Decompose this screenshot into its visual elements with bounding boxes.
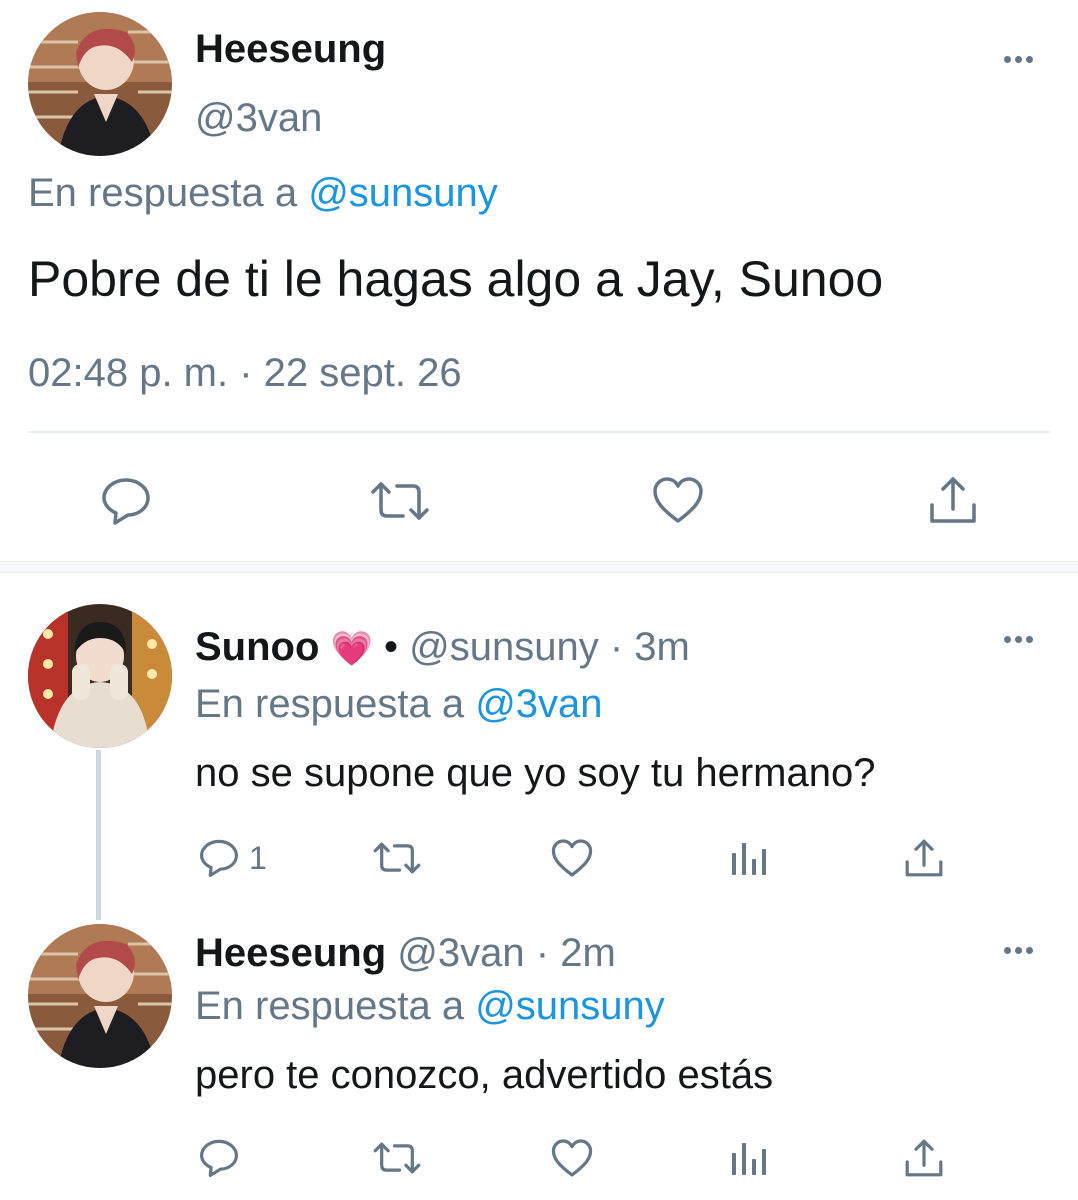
reply-icon[interactable] bbox=[199, 1139, 239, 1177]
reply-header: Heeseung @3van · 2m bbox=[195, 930, 616, 976]
avatar-heeseung[interactable] bbox=[28, 12, 172, 156]
like-icon[interactable] bbox=[652, 477, 704, 523]
tweet-timestamp[interactable]: 02:48 p. m. · 22 sept. 26 bbox=[28, 350, 462, 396]
reply-to-link[interactable]: @3van bbox=[475, 682, 602, 726]
like-icon[interactable] bbox=[551, 1139, 593, 1177]
like-icon[interactable] bbox=[551, 839, 593, 877]
more-options-icon[interactable] bbox=[1004, 947, 1033, 954]
user-handle[interactable]: @sunsuny bbox=[409, 625, 599, 669]
avatar-sunoo[interactable] bbox=[28, 604, 172, 748]
retweet-icon[interactable] bbox=[372, 841, 422, 875]
reply-icon[interactable] bbox=[101, 477, 151, 525]
more-options-icon[interactable] bbox=[1004, 636, 1033, 643]
avatar-heeseung[interactable] bbox=[28, 924, 172, 1068]
section-separator bbox=[0, 561, 1078, 573]
retweet-icon[interactable] bbox=[372, 1141, 422, 1175]
reply-context: En respuesta a @sunsuny bbox=[195, 983, 665, 1029]
display-name[interactable]: Sunoo bbox=[195, 625, 319, 669]
reply-to-link[interactable]: @sunsuny bbox=[475, 984, 665, 1028]
reply-text: pero te conozco, advertido estás bbox=[195, 1053, 774, 1097]
heart-emoji: 💗 bbox=[330, 630, 373, 668]
reply-context: En respuesta a @3van bbox=[195, 681, 603, 727]
display-name[interactable]: Heeseung bbox=[195, 26, 386, 72]
analytics-icon[interactable] bbox=[731, 1139, 769, 1177]
reply-text: no se supone que yo soy tu hermano? bbox=[195, 751, 876, 795]
share-icon[interactable] bbox=[928, 475, 978, 525]
retweet-icon[interactable] bbox=[369, 480, 431, 522]
reply-prefix: En respuesta a bbox=[195, 682, 465, 726]
divider bbox=[28, 431, 1050, 433]
analytics-icon[interactable] bbox=[731, 839, 769, 877]
reply-header: Sunoo 💗 • @sunsuny · 3m bbox=[195, 624, 690, 672]
user-handle[interactable]: @3van bbox=[397, 931, 524, 975]
share-icon[interactable] bbox=[904, 838, 944, 878]
bullet: • bbox=[384, 625, 399, 669]
reply-context: En respuesta a @sunsuny bbox=[28, 170, 498, 216]
reply-count: 1 bbox=[249, 840, 267, 876]
display-name[interactable]: Heeseung bbox=[195, 931, 386, 975]
more-options-icon[interactable] bbox=[1004, 56, 1033, 63]
reply-icon[interactable] bbox=[199, 839, 239, 877]
reply-to-link[interactable]: @sunsuny bbox=[308, 171, 498, 215]
thread-line bbox=[96, 750, 101, 920]
tweet-text: Pobre de ti le hagas algo a Jay, Sunoo bbox=[28, 251, 884, 307]
reply-prefix: En respuesta a bbox=[28, 171, 298, 215]
relative-time[interactable]: · 2m bbox=[536, 931, 616, 975]
relative-time[interactable]: · 3m bbox=[610, 625, 690, 669]
share-icon[interactable] bbox=[904, 1138, 944, 1178]
user-handle[interactable]: @3van bbox=[195, 95, 322, 141]
reply-prefix: En respuesta a bbox=[195, 984, 465, 1028]
